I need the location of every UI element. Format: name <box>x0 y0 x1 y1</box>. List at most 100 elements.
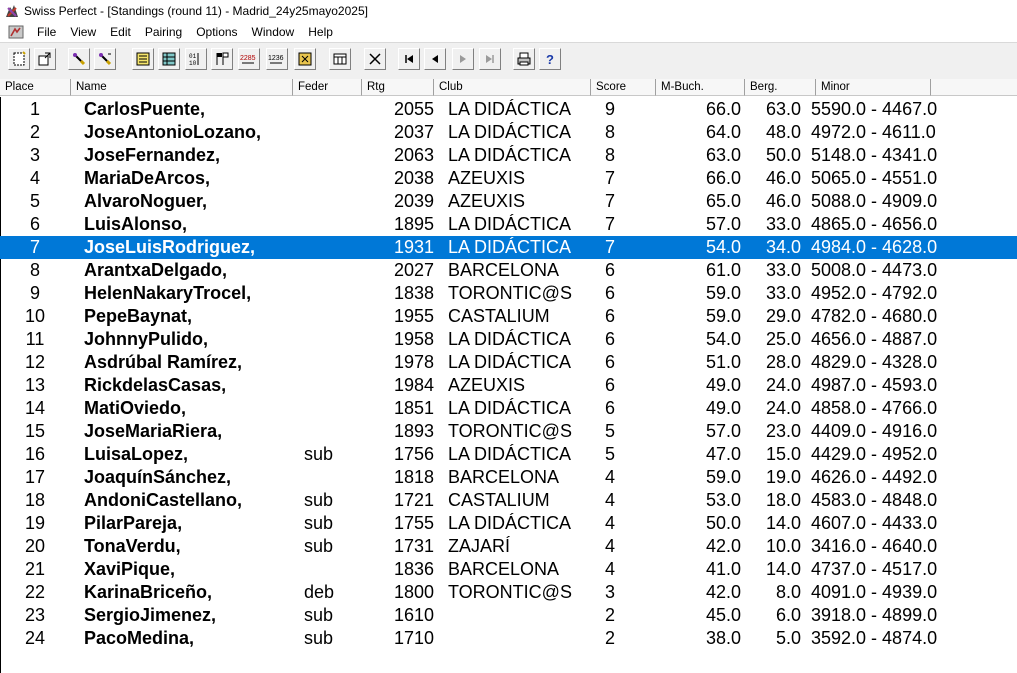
table-row[interactable]: 12 Asdrúbal Ramírez, 1978 LA DIDÁCTICA 6 51.0… <box>0 351 1017 374</box>
table-row[interactable]: 5 AlvaroNoguer, 2039 AZEUXIS 7 65.0 46.0 5088.0… <box>0 190 1017 213</box>
last-record-icon[interactable] <box>479 48 501 70</box>
cell-club: CASTALIUM <box>448 490 550 510</box>
header-score[interactable]: Score <box>591 79 656 96</box>
help-icon[interactable]: ? <box>539 48 561 70</box>
menu-help[interactable]: Help <box>301 22 340 42</box>
cell-berg: 33.0 <box>765 283 801 303</box>
menu-file[interactable]: File <box>30 22 63 42</box>
cancel-icon[interactable] <box>364 48 386 70</box>
cell-minor: 3592.0 - 4874.0 <box>811 628 938 648</box>
table-row[interactable]: 23 SergioJimenez, sub 1610 2 45.0 6.0 3918.0 - … <box>0 604 1017 627</box>
cell-name: TonaVerdu, <box>84 536 181 556</box>
cell-name: MariaDeArcos, <box>84 168 211 188</box>
cell-mbuch: 59.0 <box>705 306 741 326</box>
table-row[interactable]: 14 MatiOviedo, 1851 LA DIDÁCTICA 6 49.0 24.0 48… <box>0 397 1017 420</box>
table-row[interactable]: 9 HelenNakaryTrocel, 1838 TORONTIC@S 6 59.0 33… <box>0 282 1017 305</box>
cell-club <box>448 627 584 650</box>
table-row[interactable]: 21 XaviPique, 1836 BARCELONA 4 41.0 14.0 4737.0… <box>0 558 1017 581</box>
export-icon[interactable] <box>294 48 316 70</box>
table-row[interactable]: 11 JohnnyPulido, 1958 LA DIDÁCTICA 6 54.0 25.0… <box>0 328 1017 351</box>
cell-club: CASTALIUM <box>448 306 550 326</box>
table-row[interactable]: 24 PacoMedina, sub 1710 2 38.0 5.0 3592.0 - 487… <box>0 627 1017 650</box>
table-row[interactable]: 18 AndoniCastellano, sub 1721 CASTALIUM 4 53.0… <box>0 489 1017 512</box>
pairing-alt-icon[interactable] <box>94 48 116 70</box>
header-filler <box>931 79 1017 96</box>
notes-icon[interactable] <box>132 48 154 70</box>
cell-club: TORONTIC@S <box>448 582 572 602</box>
standings-icon[interactable] <box>158 48 180 70</box>
cell-berg: 14.0 <box>765 513 801 533</box>
table-row[interactable]: 19 PilarPareja, sub 1755 LA DIDÁCTICA 4 50.0 14… <box>0 512 1017 535</box>
cell-minor: 4656.0 - 4887.0 <box>811 329 938 349</box>
table-row[interactable]: 6 LuisAlonso, 1895 LA DIDÁCTICA 7 57.0 33.0 486… <box>0 213 1017 236</box>
cell-score: 2 <box>605 628 616 648</box>
cell-berg: 33.0 <box>765 260 801 280</box>
table-row[interactable]: 2 JoseAntonioLozano, 2037 LA DIDÁCTICA 8 64.0… <box>0 121 1017 144</box>
binary-crosstable-icon[interactable]: 01 10 <box>185 48 207 70</box>
header-place[interactable]: Place <box>0 79 71 96</box>
table-row[interactable]: 15 JoseMariaRiera, 1893 TORONTIC@S 5 57.0 23.0… <box>0 420 1017 443</box>
cell-name: PilarPareja, <box>84 513 183 533</box>
cell-club: LA DIDÁCTICA <box>448 444 572 464</box>
standings-header: Place Name Feder Rtg Club Score M-Buch. … <box>0 79 1017 97</box>
cell-place: 22 <box>24 582 46 602</box>
cell-place: 20 <box>24 536 46 556</box>
cell-berg: 46.0 <box>765 191 801 211</box>
table-row[interactable]: 4 MariaDeArcos, 2038 AZEUXIS 7 66.0 46.0 5065.0… <box>0 167 1017 190</box>
table-row[interactable]: 17 JoaquínSánchez, 1818 BARCELONA 4 59.0 19.0 4… <box>0 466 1017 489</box>
cell-minor: 4782.0 - 4680.0 <box>811 306 938 326</box>
window-title: Swiss Perfect - [Standings (round 11) - … <box>24 4 368 18</box>
table-icon[interactable] <box>329 48 351 70</box>
table-row[interactable]: 10 PepeBaynat, 1955 CASTALIUM 6 59.0 29.0 4782.… <box>0 305 1017 328</box>
header-berg[interactable]: Berg. <box>745 79 816 96</box>
menu-window[interactable]: Window <box>245 22 302 42</box>
menu-options[interactable]: Options <box>189 22 244 42</box>
cell-place: 17 <box>24 467 46 487</box>
document-system-menu-icon[interactable] <box>8 25 24 39</box>
print-icon[interactable] <box>513 48 535 70</box>
cell-berg: 23.0 <box>765 421 801 441</box>
cell-club: LA DIDÁCTICA <box>448 122 572 142</box>
cell-minor: 4972.0 - 4611.0 <box>811 122 936 142</box>
pairing-tool-icon[interactable] <box>68 48 90 70</box>
header-feder[interactable]: Feder <box>293 79 362 96</box>
cell-minor: 3416.0 - 4640.0 <box>811 536 938 556</box>
cell-score: 7 <box>605 168 616 188</box>
header-club[interactable]: Club <box>434 79 591 96</box>
menu-edit[interactable]: Edit <box>103 22 138 42</box>
cell-feder <box>304 305 364 328</box>
cell-berg: 33.0 <box>765 214 801 234</box>
flags-icon[interactable] <box>211 48 233 70</box>
table-row[interactable]: 13 RickdelasCasas, 1984 AZEUXIS 6 49.0 24.0 498… <box>0 374 1017 397</box>
table-row[interactable]: 8 ArantxaDelgado, 2027 BARCELONA 6 61.0 33.0 50… <box>0 259 1017 282</box>
table-row[interactable]: 3 JoseFernandez, 2063 LA DIDÁCTICA 8 63.0 50.0… <box>0 144 1017 167</box>
menu-pairing[interactable]: Pairing <box>138 22 189 42</box>
cell-name: AndoniCastellano, <box>84 490 243 510</box>
cell-berg: 25.0 <box>765 329 801 349</box>
numbers-2285-icon[interactable]: 2285 <box>238 48 260 70</box>
header-minor[interactable]: Minor <box>816 79 931 96</box>
first-record-icon[interactable] <box>398 48 420 70</box>
cell-place: 24 <box>24 628 46 648</box>
chess-app-icon[interactable] <box>4 3 20 19</box>
cell-mbuch: 49.0 <box>705 375 741 395</box>
table-row[interactable]: 22 KarinaBriceño, deb 1800 TORONTIC@S 3 42.0 8.… <box>0 581 1017 604</box>
cell-club: AZEUXIS <box>448 168 526 188</box>
table-row[interactable]: 1 CarlosPuente, 2055 LA DIDÁCTICA 9 66.0 63.0 5… <box>0 98 1017 121</box>
new-document-icon[interactable] <box>8 48 30 70</box>
table-row[interactable]: 7 JoseLuisRodriguez, 1931 LA DIDÁCTICA 7 54.0… <box>0 236 1017 259</box>
header-mbuch[interactable]: M-Buch. <box>656 79 745 96</box>
cell-berg: 48.0 <box>765 122 801 142</box>
cell-club: LA DIDÁCTICA <box>448 513 572 533</box>
next-record-icon[interactable] <box>452 48 474 70</box>
table-row[interactable]: 20 TonaVerdu, sub 1731 ZAJARÍ 4 42.0 10.0 3416.0… <box>0 535 1017 558</box>
previous-record-icon[interactable] <box>424 48 446 70</box>
table-row[interactable]: 16 LuisaLopez, sub 1756 LA DIDÁCTICA 5 47.0 15.… <box>0 443 1017 466</box>
cell-club <box>448 604 584 627</box>
cell-name: JoseFernandez, <box>84 145 221 165</box>
header-name[interactable]: Name <box>71 79 293 96</box>
open-document-icon[interactable] <box>34 48 56 70</box>
header-rtg[interactable]: Rtg <box>362 79 434 96</box>
menu-view[interactable]: View <box>63 22 103 42</box>
numbers-1236-icon[interactable]: 1236 <box>266 48 288 70</box>
